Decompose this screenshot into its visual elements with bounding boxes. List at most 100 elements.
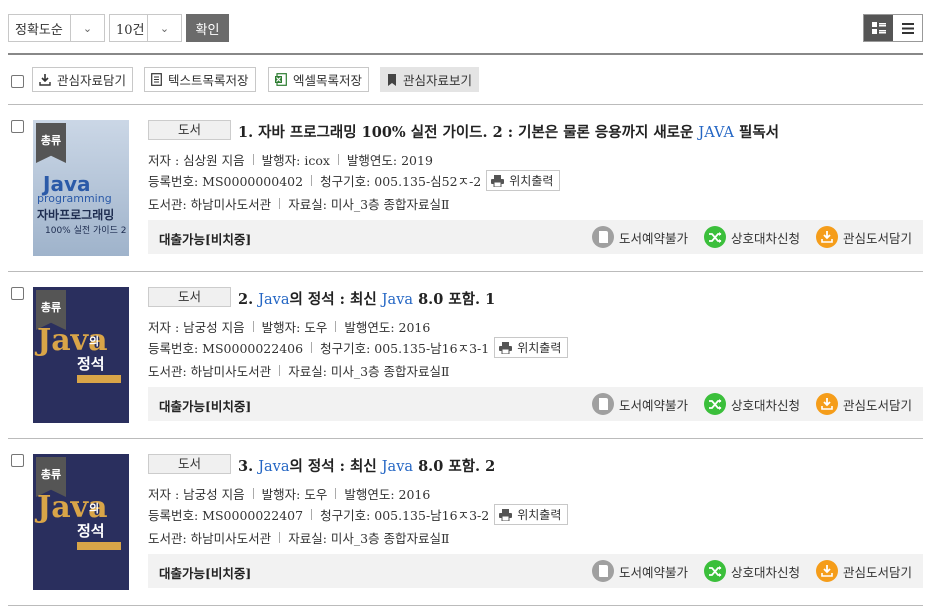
shuffle-icon xyxy=(704,393,726,415)
book-cover[interactable]: 총류 Java programming 자바프로그래밍 100% 실전 가이드 … xyxy=(33,120,129,256)
result-title[interactable]: 2. Java의 정석 : 최신 Java 8.0 포함. 1 xyxy=(238,288,495,309)
select-all-checkbox[interactable] xyxy=(11,75,24,88)
bookmark-icon xyxy=(388,73,396,86)
download-icon xyxy=(816,226,838,248)
call-number: 청구기호: 005.135-심52ㅈ-2 xyxy=(320,174,482,189)
pub-year: 발행연도: 2016 xyxy=(344,320,431,335)
book-icon xyxy=(592,393,614,415)
book-cover[interactable]: 총류 Java 의 정석 xyxy=(33,454,129,590)
view-toggle xyxy=(863,14,923,42)
save-interest-label: 관심자료담기 xyxy=(57,73,127,88)
library: 도서관: 하남미사도서관 xyxy=(148,364,272,379)
sort-select[interactable]: 정확도순 ⌄ xyxy=(8,14,105,42)
divider xyxy=(8,104,923,105)
call-number: 청구기호: 005.135-남16ㅈ3-2 xyxy=(320,508,490,523)
pub-year: 발행연도: 2019 xyxy=(346,153,433,168)
result-title[interactable]: 3. Java의 정석 : 최신 Java 8.0 포함. 2 xyxy=(238,455,495,476)
material-type-badge: 도서 xyxy=(148,287,231,307)
view-interest-button[interactable]: 관심자료보기 xyxy=(380,67,480,92)
save-excel-label: 엑셀목록저장 xyxy=(293,73,363,88)
location-print-button[interactable]: 위치출력 xyxy=(494,504,569,525)
result-checkbox[interactable] xyxy=(11,120,24,133)
reserve-button[interactable]: 도서예약불가 xyxy=(592,560,688,582)
chevron-down-icon: ⌄ xyxy=(70,15,104,41)
interlibrary-loan-button[interactable]: 상호대차신청 xyxy=(704,560,800,582)
pub-year: 발행연도: 2016 xyxy=(344,487,431,502)
publisher: 발행자: 도우 xyxy=(261,320,328,335)
count-select[interactable]: 10건 ⌄ xyxy=(109,14,182,42)
category-ribbon: 총류 xyxy=(36,123,66,163)
interlibrary-loan-button[interactable]: 상호대차신청 xyxy=(704,393,800,415)
meta-row: 도서관: 하남미사도서관 자료실: 미사_3층 종합자료실Ⅱ xyxy=(148,361,450,380)
interlibrary-loan-button[interactable]: 상호대차신청 xyxy=(704,226,800,248)
meta-row: 등록번호: MS0000000402 청구기호: 005.135-심52ㅈ-2 … xyxy=(148,170,561,191)
meta-row: 저자 : 심상원 지음 발행자: icox 발행연도: 2019 xyxy=(148,150,433,169)
reg-number: 등록번호: MS0000022407 xyxy=(148,508,304,523)
save-excel-button[interactable]: 엑셀목록저장 xyxy=(268,67,370,92)
action-bar: 관심자료담기 텍스트목록저장 엑셀목록저장 관심자료보기 xyxy=(8,67,923,93)
list-icon xyxy=(901,22,914,34)
download-icon xyxy=(816,393,838,415)
printer-icon xyxy=(491,174,505,187)
author: 저자 : 남궁성 지음 xyxy=(148,320,245,335)
author: 저자 : 남궁성 지음 xyxy=(148,487,245,502)
status-bar: 대출가능[비치중] 도서예약불가 상호대차신청 관심도서담기 xyxy=(148,387,923,421)
save-text-label: 텍스트목록저장 xyxy=(168,73,249,88)
loan-status: 대출가능[비치중] xyxy=(159,566,252,581)
book-icon xyxy=(592,226,614,248)
save-text-button[interactable]: 텍스트목록저장 xyxy=(144,67,256,92)
grid-list-icon xyxy=(871,22,886,34)
favorite-book-button[interactable]: 관심도서담기 xyxy=(816,560,912,582)
loan-status: 대출가능[비치중] xyxy=(159,399,252,414)
list-view-button[interactable] xyxy=(893,15,922,41)
publisher: 발행자: icox xyxy=(261,153,330,168)
book-icon xyxy=(592,560,614,582)
chevron-down-icon: ⌄ xyxy=(147,15,181,41)
reg-number: 등록번호: MS0000000402 xyxy=(148,174,304,189)
reg-number: 등록번호: MS0000022406 xyxy=(148,341,304,356)
book-cover[interactable]: 총류 Java 의 정석 xyxy=(33,287,129,423)
author: 저자 : 심상원 지음 xyxy=(148,153,245,168)
excel-icon xyxy=(275,73,287,86)
divider xyxy=(8,605,923,606)
divider xyxy=(8,53,923,55)
divider xyxy=(8,438,923,439)
confirm-button[interactable]: 확인 xyxy=(186,14,229,42)
status-bar: 대출가능[비치중] 도서예약불가 상호대차신청 관심도서담기 xyxy=(148,220,923,254)
save-interest-button[interactable]: 관심자료담기 xyxy=(32,67,134,92)
result-item: 총류 Java 의 정석 도서 3. Java의 정석 : 최신 Java 8.… xyxy=(8,454,923,604)
printer-icon xyxy=(499,508,513,521)
room: 자료실: 미사_3층 종합자료실Ⅱ xyxy=(288,364,450,379)
material-type-badge: 도서 xyxy=(148,454,231,474)
result-checkbox[interactable] xyxy=(11,287,24,300)
loan-status: 대출가능[비치중] xyxy=(159,232,252,247)
favorite-book-button[interactable]: 관심도서담기 xyxy=(816,226,912,248)
view-interest-label: 관심자료보기 xyxy=(403,73,473,88)
download-icon xyxy=(816,560,838,582)
shuffle-icon xyxy=(704,226,726,248)
sort-select-value: 정확도순 xyxy=(15,22,63,38)
download-icon xyxy=(39,73,51,86)
reserve-button[interactable]: 도서예약불가 xyxy=(592,226,688,248)
favorite-book-button[interactable]: 관심도서담기 xyxy=(816,393,912,415)
library: 도서관: 하남미사도서관 xyxy=(148,197,272,212)
document-icon xyxy=(151,73,162,86)
divider xyxy=(8,271,923,272)
material-type-badge: 도서 xyxy=(148,120,231,140)
reserve-button[interactable]: 도서예약불가 xyxy=(592,393,688,415)
meta-row: 등록번호: MS0000022406 청구기호: 005.135-남16ㅈ3-1… xyxy=(148,337,569,358)
meta-row: 도서관: 하남미사도서관 자료실: 미사_3층 종합자료실Ⅱ xyxy=(148,194,450,213)
location-print-button[interactable]: 위치출력 xyxy=(486,170,561,191)
result-item: 총류 Java 의 정석 도서 2. Java의 정석 : 최신 Java 8.… xyxy=(8,287,923,437)
grid-view-button[interactable] xyxy=(864,15,893,41)
status-bar: 대출가능[비치중] 도서예약불가 상호대차신청 관심도서담기 xyxy=(148,554,923,588)
location-print-button[interactable]: 위치출력 xyxy=(494,337,569,358)
result-title[interactable]: 1. 자바 프로그래밍 100% 실전 가이드. 2 : 기본은 물론 응용까지… xyxy=(238,121,779,142)
result-toolbar: 정확도순 ⌄ 10건 ⌄ 확인 xyxy=(8,14,923,42)
library: 도서관: 하남미사도서관 xyxy=(148,531,272,546)
room: 자료실: 미사_3층 종합자료실Ⅱ xyxy=(288,531,450,546)
room: 자료실: 미사_3층 종합자료실Ⅱ xyxy=(288,197,450,212)
meta-row: 등록번호: MS0000022407 청구기호: 005.135-남16ㅈ3-2… xyxy=(148,504,569,525)
shuffle-icon xyxy=(704,560,726,582)
result-checkbox[interactable] xyxy=(11,454,24,467)
